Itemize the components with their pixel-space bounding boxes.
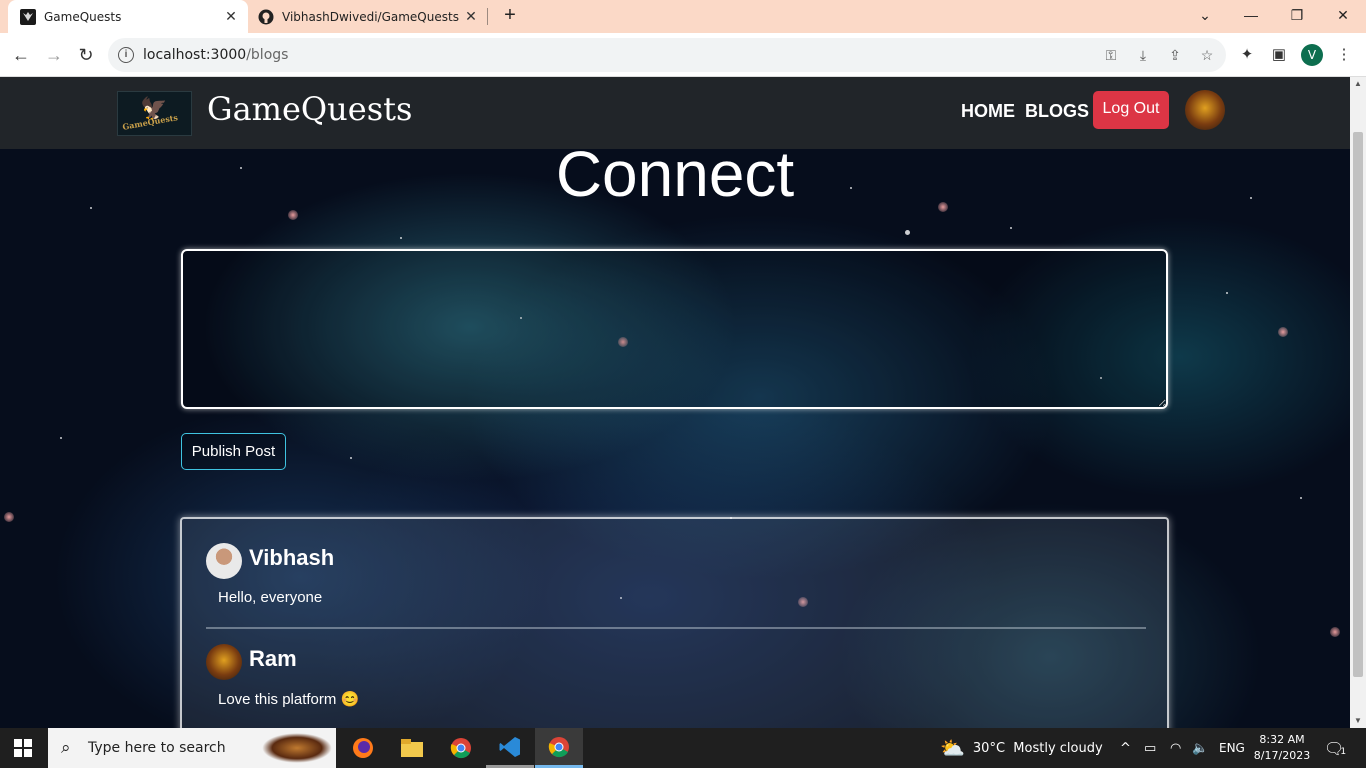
new-tab-button[interactable]: + (498, 4, 522, 28)
reload-icon[interactable]: ↻ (74, 43, 98, 67)
url-text: localhost:3000/blogs (143, 47, 289, 63)
weather-widget[interactable]: ⛅ 30°C Mostly cloudy (940, 728, 1103, 768)
clock[interactable]: 8:32 AM 8/17/2023 (1253, 728, 1311, 768)
windows-start-icon[interactable] (14, 739, 32, 757)
vscode-icon[interactable] (486, 728, 534, 768)
tab-gamequests[interactable]: GameQuests ✕ (8, 0, 248, 33)
star-glow (4, 512, 14, 522)
profile-avatar[interactable]: V (1301, 44, 1323, 66)
notification-center-icon[interactable]: 🗨 1 (1324, 728, 1346, 768)
post-textarea[interactable] (181, 249, 1168, 409)
wifi-icon[interactable]: ◠ (1170, 728, 1181, 768)
brand-name[interactable]: GameQuests (207, 90, 412, 128)
search-placeholder: Type here to search (88, 740, 226, 756)
minimize-icon[interactable]: — (1228, 0, 1274, 33)
site-navbar: 🦅 GameQuests GameQuests HOME BLOGS Log O… (0, 77, 1350, 149)
tab-search-chevron-icon[interactable]: ⌄ (1182, 0, 1228, 33)
user-avatar[interactable] (1185, 90, 1225, 130)
key-icon[interactable]: ⚿ (1102, 46, 1120, 64)
restore-icon[interactable]: ❐ (1274, 0, 1320, 33)
post-divider (206, 627, 1146, 629)
github-icon (258, 9, 274, 25)
volume-icon[interactable]: 🔈 (1192, 728, 1208, 768)
show-hidden-icons-chevron-icon[interactable]: ^ (1120, 728, 1131, 768)
browser-tab-bar: GameQuests ✕ VibhashDwivedi/GameQuests ✕… (0, 0, 1366, 33)
language-indicator[interactable]: ENG (1219, 728, 1245, 768)
nav-home-link[interactable]: HOME (961, 101, 1015, 122)
scrollbar-thumb[interactable] (1353, 132, 1363, 677)
menu-kebab-icon[interactable]: ⋮ (1334, 45, 1354, 65)
windows-taskbar: ⌕ Type here to search ⛅ 30°C Mostly clou… (0, 728, 1366, 768)
forward-arrow-icon[interactable]: → (42, 43, 66, 67)
site-logo[interactable]: 🦅 GameQuests (117, 91, 192, 136)
author-avatar (206, 644, 242, 680)
tab-github[interactable]: VibhashDwivedi/GameQuests ✕ (248, 0, 488, 33)
chrome-icon[interactable] (437, 728, 485, 768)
tab-title: VibhashDwivedi/GameQuests (282, 9, 459, 24)
address-bar[interactable]: i localhost:3000/blogs ⚿ ⤓ ⇪ ☆ (108, 38, 1226, 72)
page-scrollbar[interactable]: ▲ ▼ (1350, 77, 1366, 728)
tab-close-icon[interactable]: ✕ (460, 9, 482, 25)
star-glow (288, 210, 298, 220)
taskbar-search-box[interactable]: ⌕ Type here to search (48, 728, 336, 768)
search-highlight-image (262, 733, 332, 763)
posts-container: Vibhash Hello, everyone Ram Love this pl… (180, 517, 1169, 728)
tab-title: GameQuests (44, 9, 122, 24)
share-icon[interactable]: ⇪ (1166, 46, 1184, 64)
notification-count: 1 (1340, 747, 1347, 757)
side-panel-icon[interactable]: ▣ (1269, 45, 1289, 65)
cloudy-weather-icon: ⛅ (940, 736, 965, 760)
chrome-active-icon[interactable] (535, 728, 583, 768)
bookmark-star-icon[interactable]: ☆ (1198, 46, 1216, 64)
star-glow (1278, 327, 1288, 337)
site-info-icon[interactable]: i (118, 47, 134, 63)
star-glow (1330, 627, 1340, 637)
post-author: Vibhash (249, 545, 335, 570)
author-avatar (206, 543, 242, 579)
scroll-up-icon[interactable]: ▲ (1350, 77, 1366, 91)
post-content: Love this platform 😊 (218, 691, 360, 708)
nav-blogs-link[interactable]: BLOGS (1025, 101, 1089, 122)
post-author: Ram (249, 646, 297, 671)
close-window-icon[interactable]: ✕ (1320, 0, 1366, 33)
firefox-icon[interactable] (339, 728, 387, 768)
clock-time: 8:32 AM (1259, 733, 1305, 746)
clock-date: 8/17/2023 (1253, 749, 1311, 762)
publish-post-button[interactable]: Publish Post (181, 433, 286, 470)
scroll-down-icon[interactable]: ▼ (1350, 714, 1366, 728)
browser-toolbar: ← → ↻ i localhost:3000/blogs ⚿ ⤓ ⇪ ☆ ✦ ▣… (0, 33, 1366, 77)
page-viewport: 🦅 GameQuests GameQuests HOME BLOGS Log O… (0, 77, 1350, 728)
extensions-puzzle-icon[interactable]: ✦ (1237, 45, 1257, 65)
file-explorer-icon[interactable] (388, 728, 436, 768)
tab-close-icon[interactable]: ✕ (220, 9, 242, 25)
logout-button[interactable]: Log Out (1093, 91, 1169, 129)
post-content: Hello, everyone (218, 589, 323, 606)
install-app-icon[interactable]: ⤓ (1134, 46, 1152, 64)
gamequests-favicon-icon (20, 8, 36, 25)
battery-icon[interactable]: ▭ (1144, 728, 1156, 768)
search-icon: ⌕ (61, 738, 71, 757)
back-arrow-icon[interactable]: ← (9, 43, 33, 67)
